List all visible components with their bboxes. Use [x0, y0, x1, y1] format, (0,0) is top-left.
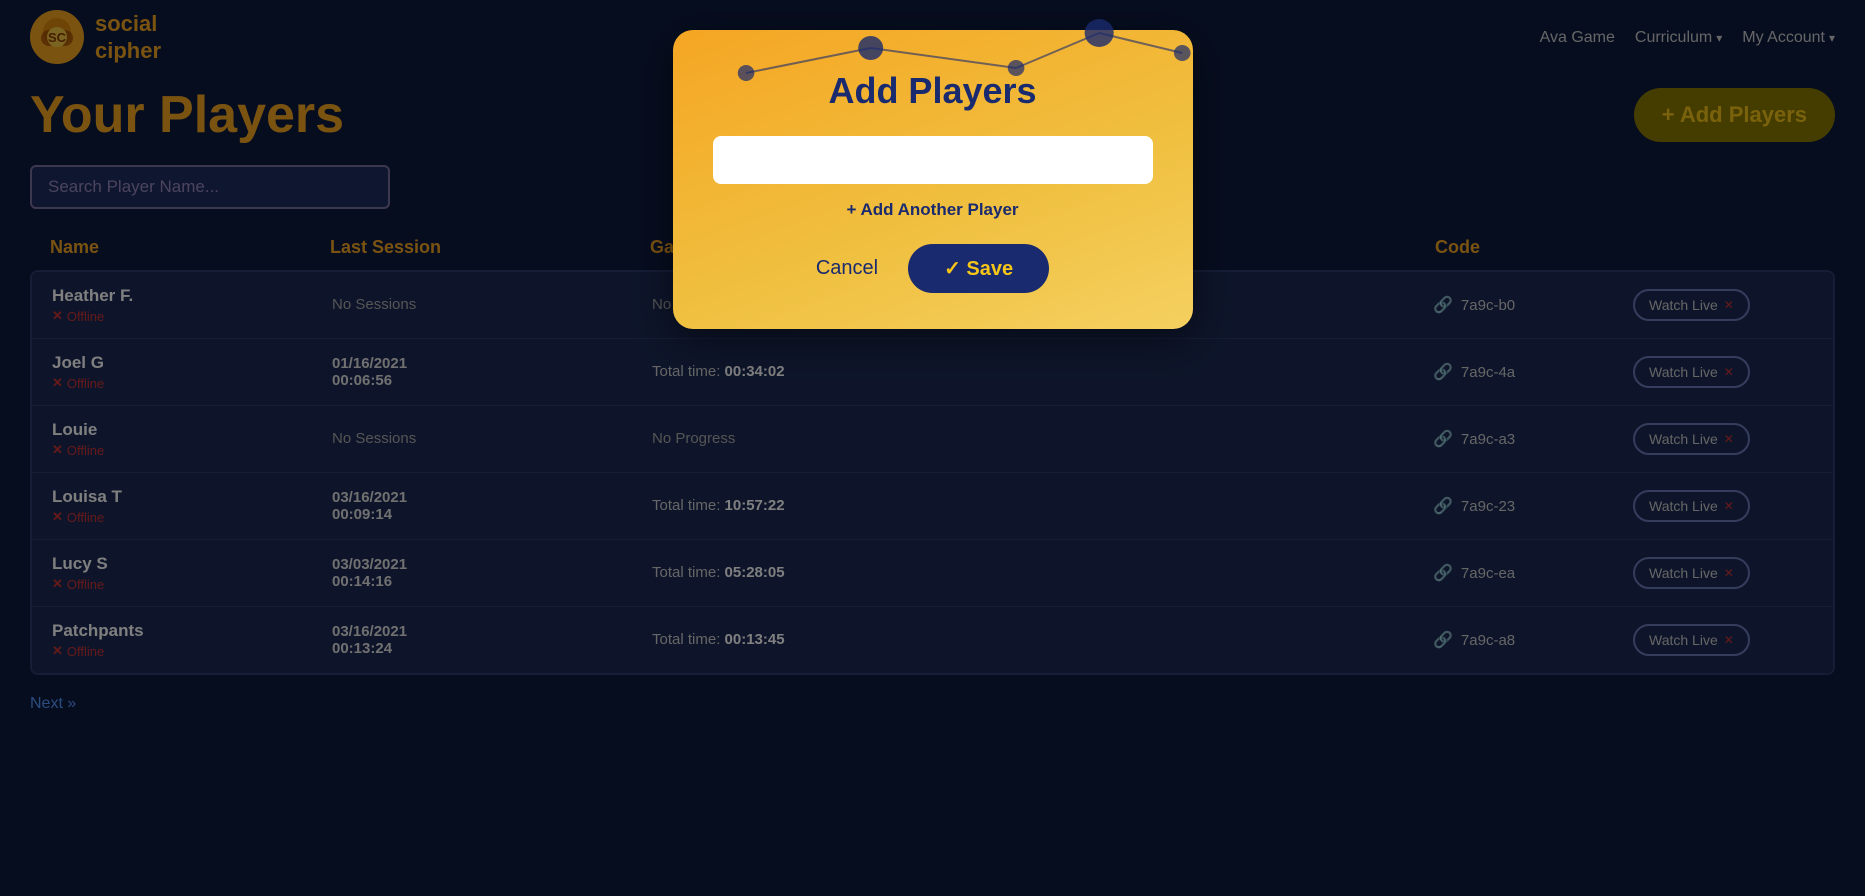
add-another-player-button[interactable]: + Add Another Player — [713, 200, 1153, 220]
save-button[interactable]: ✓ Save — [908, 244, 1049, 293]
add-players-modal: Add Players + Add Another Player Cancel … — [673, 30, 1193, 329]
modal-decoration — [663, 18, 1203, 88]
modal-actions: Cancel ✓ Save — [713, 244, 1153, 293]
cancel-button[interactable]: Cancel — [816, 257, 878, 280]
add-player-input[interactable] — [713, 136, 1153, 184]
modal-overlay: Add Players + Add Another Player Cancel … — [0, 0, 1865, 896]
